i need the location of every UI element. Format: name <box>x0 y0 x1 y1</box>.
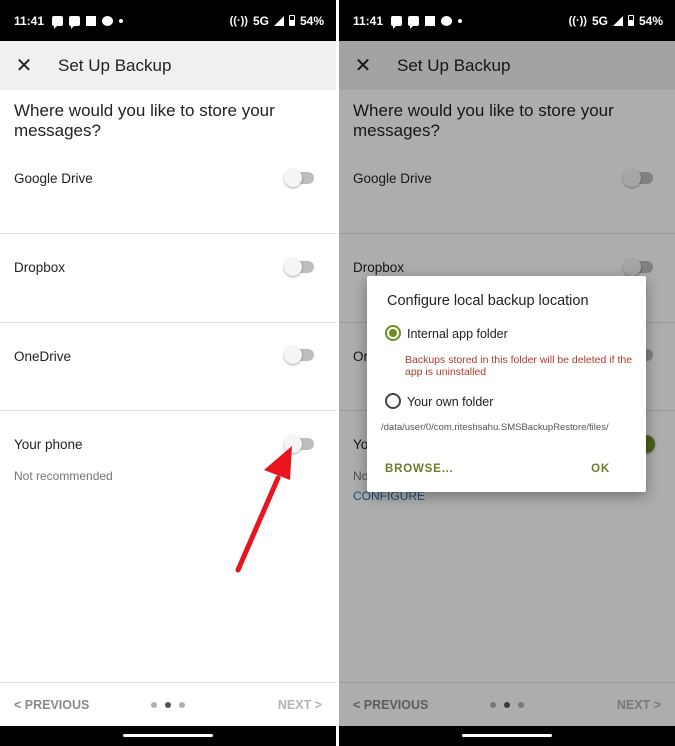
screen-setup-backup: 11:41 ((·)) 5G 54% ✕ Set Up Backup Where… <box>0 0 336 746</box>
ok-button[interactable]: OK <box>591 463 610 475</box>
status-time: 11:41 <box>353 13 384 28</box>
option-google-drive[interactable]: Google Drive <box>0 144 336 234</box>
close-icon[interactable]: ✕ <box>0 53 46 78</box>
onedrive-toggle[interactable] <box>284 346 314 364</box>
more-notifications-icon <box>119 18 124 23</box>
message-notification-icon <box>69 15 81 29</box>
battery-icon <box>627 15 634 26</box>
signal-icon <box>273 15 284 26</box>
google-drive-toggle[interactable] <box>284 169 314 187</box>
battery-icon <box>288 15 295 26</box>
option-dropbox[interactable]: Dropbox <box>0 234 336 323</box>
folder-path: /data/user/0/com.riteshsahu.SMSBackupRes… <box>381 422 609 433</box>
dialog-title: Configure local backup location <box>387 293 589 309</box>
hotspot-icon: ((·)) <box>229 14 248 27</box>
message-notification-icon <box>408 15 420 29</box>
system-icons: ((·)) 5G 54% <box>230 14 324 28</box>
notification-icons <box>391 15 463 29</box>
notification-icons <box>52 15 124 29</box>
option-label: Your phone <box>14 437 83 452</box>
next-button[interactable]: NEXT > <box>278 698 322 712</box>
app-notification-icon <box>425 15 436 26</box>
internal-folder-radio[interactable] <box>385 325 401 341</box>
annotation-arrow-icon <box>235 446 292 573</box>
local-backup-dialog: Configure local backup location Internal… <box>367 276 646 492</box>
page-title: Set Up Backup <box>58 55 172 75</box>
internal-folder-label[interactable]: Internal app folder <box>407 327 508 341</box>
home-gesture-handle[interactable] <box>462 734 552 737</box>
battery-percent: 54% <box>299 13 324 28</box>
option-onedrive[interactable]: OneDrive <box>0 323 336 411</box>
warning-message: Backups stored in this folder will be de… <box>405 354 633 378</box>
chat-notification-icon <box>102 15 114 26</box>
storage-question: Where would you like to store your messa… <box>14 101 275 140</box>
page-dot <box>151 701 157 708</box>
system-nav-bar <box>0 726 336 746</box>
app-notification-icon <box>86 15 97 26</box>
network-label: 5G <box>252 13 269 28</box>
app-bar: ✕ Set Up Backup <box>0 41 336 90</box>
signal-icon <box>612 15 623 26</box>
home-gesture-handle[interactable] <box>123 734 213 737</box>
option-sublabel: Not recommended <box>14 469 113 483</box>
browse-button[interactable]: BROWSE… <box>385 463 454 475</box>
screen-setup-backup-dialog: 11:41 ((·)) 5G 54% ✕ Set Up Backup Where… <box>339 0 675 746</box>
chat-notification-icon <box>441 15 453 26</box>
more-notifications-icon <box>458 18 463 23</box>
battery-percent: 54% <box>638 13 663 28</box>
own-folder-radio[interactable] <box>385 393 401 409</box>
previous-button[interactable]: < PREVIOUS <box>14 698 89 712</box>
network-label: 5G <box>591 13 608 28</box>
message-notification-icon <box>391 15 403 29</box>
bottom-navigation: < PREVIOUS NEXT > <box>0 682 336 726</box>
option-label: Dropbox <box>14 260 66 275</box>
status-bar: 11:41 ((·)) 5G 54% <box>339 0 675 41</box>
status-time: 11:41 <box>14 13 45 28</box>
option-label: Google Drive <box>14 171 93 186</box>
system-nav-bar <box>339 726 675 746</box>
message-notification-icon <box>52 15 64 29</box>
page-indicator <box>151 701 185 708</box>
dropbox-toggle[interactable] <box>284 258 314 276</box>
page-dot-active <box>165 701 171 708</box>
status-bar: 11:41 ((·)) 5G 54% <box>0 0 336 41</box>
page-dot <box>179 701 185 708</box>
system-icons: ((·)) 5G 54% <box>569 14 663 28</box>
own-folder-label[interactable]: Your own folder <box>407 395 493 409</box>
option-label: OneDrive <box>14 349 72 364</box>
hotspot-icon: ((·)) <box>568 14 587 27</box>
